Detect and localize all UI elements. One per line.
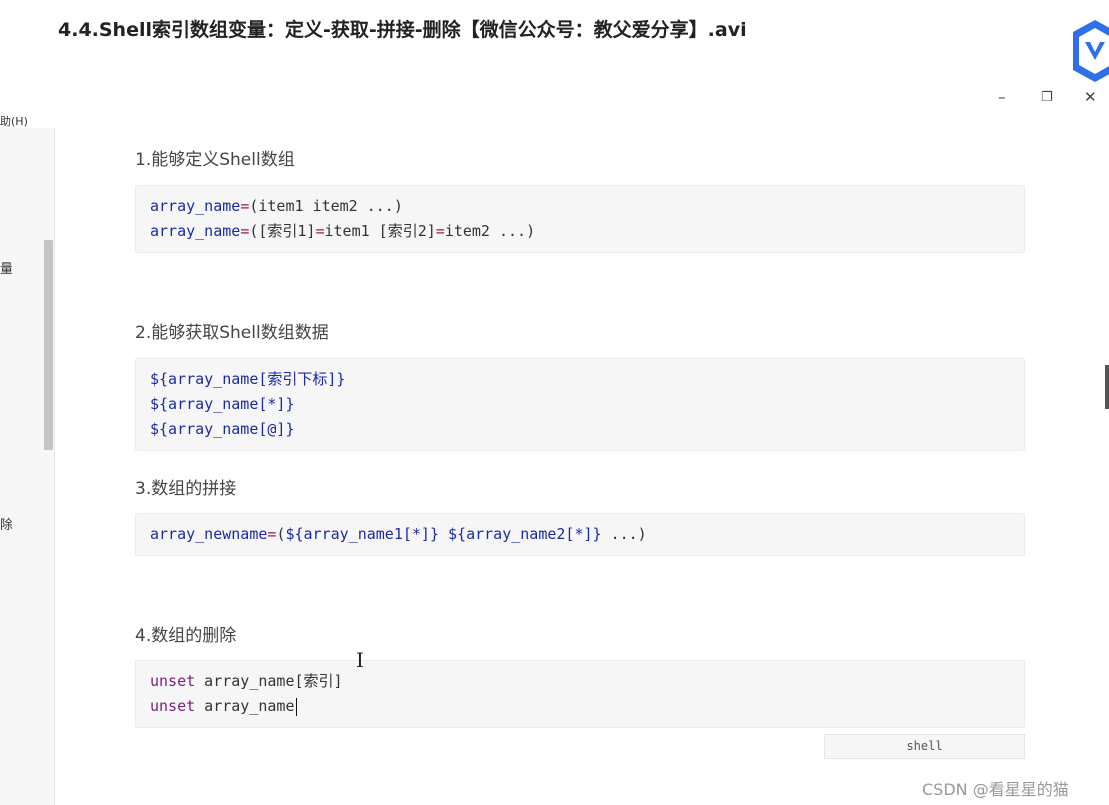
code-line[interactable]: ${array_name[@]} <box>150 417 1024 442</box>
sidebar-scrollbar-thumb[interactable] <box>44 240 53 450</box>
code-token: ${array_name[*]} <box>150 395 295 413</box>
code-token: item2 ...) <box>444 222 536 240</box>
text-cursor-icon: I <box>356 648 364 672</box>
help-menu-fragment[interactable]: 助(H) <box>0 113 30 129</box>
code-token: array_newname <box>150 525 268 543</box>
section-title: 3.数组的拼接 <box>135 479 237 499</box>
code-token: = <box>240 222 250 240</box>
code-block[interactable]: unset array_name[索引] unset array_name <box>135 660 1025 728</box>
close-icon[interactable]: ✕ <box>1084 88 1097 106</box>
code-token: array_name <box>150 222 241 240</box>
code-token: = <box>435 222 445 240</box>
outline-sidebar <box>0 128 55 805</box>
section-title: 4.数组的删除 <box>135 626 237 646</box>
code-token: = <box>315 222 325 240</box>
code-token: unset <box>150 697 196 715</box>
text-caret <box>295 697 297 716</box>
code-language-selector[interactable]: shell <box>824 734 1025 759</box>
section-title: 2.能够获取Shell数组数据 <box>135 323 329 343</box>
code-line[interactable]: array_name=(item1 item2 ...) <box>150 194 1024 219</box>
code-token: ([索引1] <box>249 222 316 240</box>
code-token: ...) <box>601 525 647 543</box>
code-block[interactable]: array_newname=(${array_name1[*]} ${array… <box>135 513 1025 556</box>
code-token: ${array_name[@]} <box>150 420 295 438</box>
code-block[interactable]: ${array_name[索引下标]} ${array_name[*]} ${arr… <box>135 358 1025 451</box>
code-token: array_name <box>195 697 295 715</box>
code-token: ${array_name2[*]} <box>448 525 602 543</box>
app-logo-icon <box>1073 20 1109 82</box>
code-token: = <box>240 197 250 215</box>
code-line[interactable]: array_newname=(${array_name1[*]} ${array… <box>150 522 1024 547</box>
code-line[interactable]: unset array_name <box>150 694 1024 719</box>
sidebar-outline-item[interactable]: 除 <box>0 514 12 533</box>
code-token: item1 [索引2] <box>324 222 436 240</box>
code-token: unset <box>150 672 196 690</box>
sidebar-outline-item[interactable]: 量 <box>0 258 12 277</box>
restore-icon[interactable]: ❐ <box>1041 90 1053 105</box>
code-token: array_name <box>150 197 241 215</box>
section-title: 1.能够定义Shell数组 <box>135 150 295 170</box>
code-token: array_name[索引] <box>195 672 343 690</box>
code-token: ${array_name[索引下标]} <box>150 370 346 388</box>
code-block[interactable]: array_name=(item1 item2 ...) array_name=(… <box>135 185 1025 253</box>
watermark: CSDN @看星星的猫 <box>922 780 1069 799</box>
code-line[interactable]: ${array_name[*]} <box>150 392 1024 417</box>
code-token: ${array_name1[*]} <box>285 525 439 543</box>
code-line[interactable]: unset array_name[索引] <box>150 669 1024 694</box>
right-scroll-marker[interactable] <box>1105 365 1109 409</box>
code-line[interactable]: array_name=([索引1]=item1 [索引2]=item2 ...) <box>150 219 1024 244</box>
code-line[interactable]: ${array_name[索引下标]} <box>150 367 1024 392</box>
video-title: 4.4.Shell索引数组变量：定义-获取-拼接-删除【微信公众号：教父爱分享】… <box>58 19 747 41</box>
minimize-icon[interactable]: – <box>998 88 1006 106</box>
code-token: (item1 item2 ...) <box>249 197 403 215</box>
